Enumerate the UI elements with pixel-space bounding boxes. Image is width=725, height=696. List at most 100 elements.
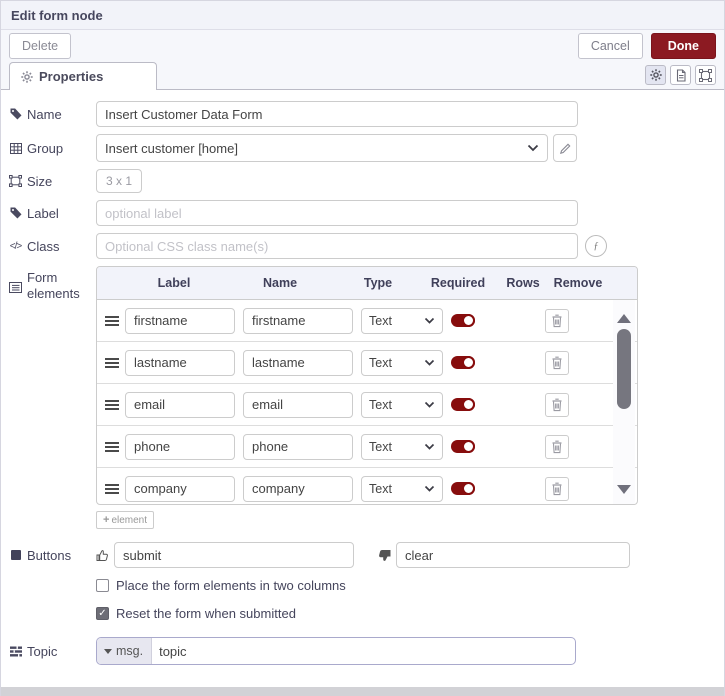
- table-row: Text: [97, 342, 637, 384]
- topic-row: Topic msg.: [9, 637, 716, 665]
- tab-bar: Properties: [1, 61, 724, 90]
- list-alt-icon: [9, 281, 22, 293]
- scroll-down-arrow[interactable]: [617, 485, 631, 494]
- properties-view-button[interactable]: [645, 65, 666, 85]
- remove-element-button[interactable]: [545, 392, 569, 417]
- topic-label: Topic: [9, 644, 96, 659]
- properties-panel: Name Group Insert customer [home]: [1, 90, 724, 665]
- frame-icon: [699, 68, 712, 82]
- scroll-up-arrow[interactable]: [617, 314, 631, 323]
- cancel-button[interactable]: Cancel: [577, 32, 643, 59]
- group-label: Group: [9, 141, 96, 156]
- element-type-select[interactable]: Text: [361, 475, 443, 502]
- required-toggle[interactable]: [451, 440, 475, 453]
- form-elements-table-header: Label Name Type Required Rows Remove: [97, 267, 637, 300]
- class-input[interactable]: [96, 233, 578, 259]
- thumbs-up-icon: [96, 549, 109, 562]
- col-header-name: Name: [262, 276, 298, 290]
- element-name-input[interactable]: [243, 349, 353, 376]
- tag-icon: [9, 207, 22, 219]
- topic-type-label: msg.: [116, 644, 144, 658]
- element-label-input[interactable]: [125, 307, 235, 334]
- add-element-button[interactable]: + element: [96, 511, 155, 529]
- remove-element-button[interactable]: [545, 434, 569, 459]
- chevron-down-icon: [424, 359, 435, 366]
- pencil-icon: [559, 143, 571, 154]
- tab-properties[interactable]: Properties: [9, 62, 157, 90]
- done-button[interactable]: Done: [650, 32, 716, 59]
- buttons-label: Buttons: [9, 548, 96, 563]
- topic-input[interactable]: [152, 643, 575, 659]
- clear-button-label-input[interactable]: [396, 542, 630, 568]
- table-row: Text: [97, 426, 637, 468]
- drag-handle-icon[interactable]: [105, 399, 119, 410]
- tab-icon-buttons: [645, 65, 716, 85]
- label-row: Label: [9, 200, 716, 226]
- class-row: </> Class ƒ: [9, 233, 716, 259]
- tag-icon: [9, 108, 22, 120]
- form-elements-rows: Text Text Text Text Text: [97, 300, 637, 504]
- col-header-required: Required: [430, 276, 486, 290]
- element-name-input[interactable]: [243, 475, 353, 502]
- gear-icon: [649, 69, 662, 81]
- col-header-type: Type: [363, 276, 393, 290]
- label-label: Label: [9, 206, 96, 221]
- square-icon: [9, 550, 22, 560]
- appearance-view-button[interactable]: [695, 65, 716, 85]
- required-toggle[interactable]: [451, 482, 475, 495]
- form-elements-row: Form elements Label Name Type Required Ro…: [9, 266, 716, 535]
- col-header-label: Label: [157, 276, 191, 290]
- caret-down-icon: [104, 648, 112, 654]
- drag-handle-icon[interactable]: [105, 441, 119, 452]
- element-label-input[interactable]: [125, 391, 235, 418]
- edit-group-button[interactable]: [553, 134, 577, 162]
- label-input[interactable]: [96, 200, 578, 226]
- drag-handle-icon[interactable]: [105, 315, 119, 326]
- group-select[interactable]: Insert customer [home]: [96, 134, 548, 162]
- two-columns-label: Place the form elements in two columns: [116, 578, 346, 593]
- name-input[interactable]: [96, 101, 578, 127]
- required-toggle[interactable]: [451, 356, 475, 369]
- size-button[interactable]: 3 x 1: [96, 169, 143, 193]
- dialog-titlebar: Edit form node: [1, 1, 724, 30]
- group-row: Group Insert customer [home]: [9, 134, 716, 162]
- element-type-select[interactable]: Text: [361, 307, 443, 334]
- element-type-select[interactable]: Text: [361, 391, 443, 418]
- element-name-input[interactable]: [243, 391, 353, 418]
- reset-form-checkbox[interactable]: ✓: [96, 607, 109, 620]
- topic-typed-input: msg.: [96, 637, 576, 665]
- chevron-down-icon: [527, 144, 539, 152]
- element-type-select[interactable]: Text: [361, 349, 443, 376]
- scrollbar-thumb[interactable]: [617, 329, 631, 409]
- submit-button-label-input[interactable]: [114, 542, 354, 568]
- element-name-input[interactable]: [243, 307, 353, 334]
- tasks-icon: [9, 646, 22, 657]
- dialog-toolbar: Delete Cancel Done: [1, 30, 724, 61]
- dynamic-class-button[interactable]: ƒ: [585, 235, 607, 257]
- drag-handle-icon[interactable]: [105, 483, 119, 494]
- table-scrollbar[interactable]: [613, 300, 635, 504]
- buttons-row: Buttons: [9, 542, 716, 568]
- remove-element-button[interactable]: [545, 308, 569, 333]
- remove-element-button[interactable]: [545, 350, 569, 375]
- required-toggle[interactable]: [451, 314, 475, 327]
- edit-form-node-dialog: Edit form node Delete Cancel Done Proper…: [0, 0, 725, 696]
- required-toggle[interactable]: [451, 398, 475, 411]
- table-row: Text: [97, 384, 637, 426]
- dialog-title: Edit form node: [11, 7, 103, 23]
- element-label-input[interactable]: [125, 349, 235, 376]
- function-icon: ƒ: [593, 240, 599, 252]
- delete-button[interactable]: Delete: [9, 32, 72, 59]
- remove-element-button[interactable]: [545, 476, 569, 501]
- topic-type-button[interactable]: msg.: [97, 638, 153, 664]
- two-columns-checkbox[interactable]: [96, 579, 109, 592]
- element-label-input[interactable]: [125, 433, 235, 460]
- element-name-input[interactable]: [243, 433, 353, 460]
- col-header-remove: Remove: [553, 276, 603, 290]
- drag-handle-icon[interactable]: [105, 357, 119, 368]
- description-view-button[interactable]: [670, 65, 691, 85]
- element-label-input[interactable]: [125, 475, 235, 502]
- table-row: Text: [97, 300, 637, 342]
- element-type-select[interactable]: Text: [361, 433, 443, 460]
- trash-icon: [551, 440, 563, 454]
